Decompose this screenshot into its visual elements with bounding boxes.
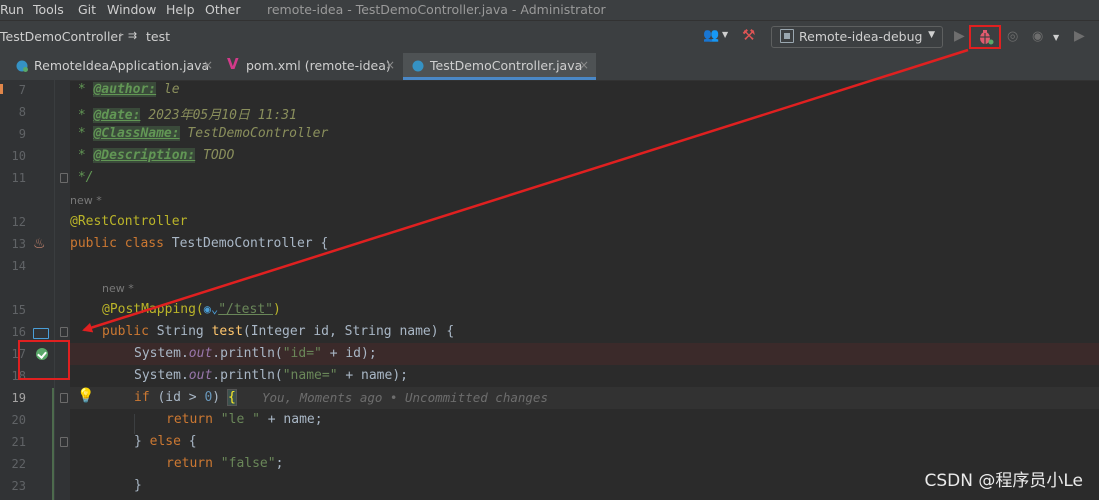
code-line-8[interactable]: * @date: 2023年05月10日 11:31	[70, 104, 297, 123]
profiler-icon[interactable]: ◉	[1032, 29, 1043, 44]
line-number: 16	[11, 325, 26, 339]
code-vision-hint[interactable]: new *	[102, 282, 134, 295]
menu-window[interactable]: Window	[107, 2, 156, 17]
indent-guide	[134, 414, 135, 434]
code-line-15[interactable]: @PostMapping(◉⌄"/test")	[102, 302, 281, 317]
menu-git[interactable]: Git	[78, 2, 96, 17]
change-marker	[0, 84, 3, 94]
breadcrumb-separator-icon: ›	[119, 28, 124, 41]
code-line-22[interactable]: return "false";	[166, 456, 283, 471]
tab-remote-idea-application[interactable]: RemoteIdeaApplication.java ×	[0, 53, 218, 80]
tab-label: TestDemoController.java	[430, 58, 583, 73]
line-number: 14	[11, 259, 26, 273]
breadcrumb-method[interactable]: test	[146, 29, 170, 44]
code-line-16[interactable]: public String test(Integer id, String na…	[102, 324, 454, 339]
git-blame-annotation: You, Moments ago • Uncommitted changes	[262, 390, 548, 405]
close-icon[interactable]: ×	[385, 58, 395, 72]
coverage-icon[interactable]: ◎	[1007, 29, 1018, 44]
fold-marker[interactable]	[60, 173, 68, 183]
tab-label: pom.xml (remote-idea)	[246, 58, 391, 73]
code-line-19[interactable]: if (id > 0) {	[134, 389, 237, 406]
breakpoint-highlight-box	[18, 340, 70, 380]
menu-help[interactable]: Help	[166, 2, 195, 17]
globe-icon[interactable]: ◉⌄	[204, 302, 218, 316]
method-icon: ⇉	[128, 29, 138, 42]
menu-tools[interactable]: Tools	[33, 2, 64, 17]
debug-button-highlight	[969, 25, 1001, 49]
line-number: 11	[11, 171, 26, 185]
navigation-bar: TestDemoController › ⇉ test 👥 ▼ ⚒ Remote…	[0, 20, 1099, 54]
code-line-12[interactable]: @RestController	[70, 214, 187, 229]
code-vision-hint[interactable]: new *	[70, 194, 102, 207]
line-number: 10	[11, 149, 26, 163]
java-class-icon	[412, 60, 424, 72]
close-icon[interactable]: ×	[579, 58, 589, 72]
code-line-10[interactable]: * @Description: TODO	[70, 148, 234, 163]
fold-marker[interactable]	[60, 327, 68, 337]
line-number: 8	[18, 105, 26, 119]
line-number: 22	[11, 457, 26, 471]
breadcrumb-class[interactable]: TestDemoController	[0, 29, 123, 44]
chevron-down-icon: ▼	[928, 30, 935, 40]
menu-bar: Run Tools Git Window Help Other remote-i…	[0, 0, 1099, 20]
line-number: 21	[11, 435, 26, 449]
line-number: 12	[11, 215, 26, 229]
build-hammer-icon[interactable]: ⚒	[742, 26, 755, 44]
menu-other[interactable]: Other	[205, 2, 241, 17]
line-number: 15	[11, 303, 26, 317]
line-number: 13	[11, 237, 26, 251]
java-class-icon	[16, 60, 28, 72]
code-line-13[interactable]: public class TestDemoController {	[70, 236, 328, 251]
code-line-9[interactable]: * @ClassName: TestDemoController	[70, 126, 328, 141]
tab-test-demo-controller[interactable]: TestDemoController.java ×	[403, 53, 596, 80]
maven-icon: V	[227, 55, 239, 73]
run-configuration-select[interactable]: Remote-idea-debug ▼	[771, 26, 943, 48]
close-icon[interactable]: ×	[203, 58, 213, 72]
menu-run[interactable]: Run	[0, 2, 24, 17]
tab-label: RemoteIdeaApplication.java	[34, 58, 210, 73]
lightbulb-icon[interactable]: 💡	[77, 388, 94, 404]
remote-config-icon	[780, 29, 794, 43]
users-icon[interactable]: 👥	[703, 28, 719, 43]
endpoint-icon[interactable]	[33, 328, 49, 339]
code-line-11[interactable]: */	[70, 170, 94, 185]
code-line-7[interactable]: * @author: le	[70, 82, 180, 97]
line-number: 9	[18, 127, 26, 141]
ide-window: Run Tools Git Window Help Other remote-i…	[0, 0, 1099, 500]
code-line-18[interactable]: System.out.println("name=" + name);	[134, 368, 408, 383]
window-title: remote-idea - TestDemoController.java - …	[267, 2, 606, 17]
line-number: 23	[11, 479, 26, 493]
vcs-added-marker	[52, 388, 54, 500]
code-line-23[interactable]: }	[134, 478, 142, 493]
chevron-down-icon: ▼	[722, 30, 729, 39]
tab-pom-xml[interactable]: V pom.xml (remote-idea) ×	[218, 53, 403, 80]
bean-icon[interactable]: ♨	[33, 236, 46, 252]
run-icon[interactable]: ▶	[954, 28, 965, 44]
fold-marker[interactable]	[60, 437, 68, 447]
code-line-17[interactable]: System.out.println("id=" + id);	[134, 346, 377, 361]
fold-marker[interactable]	[60, 393, 68, 403]
gutter-separator	[54, 80, 55, 500]
editor-tabs: RemoteIdeaApplication.java × V pom.xml (…	[0, 53, 1099, 81]
run-more-icon[interactable]: ▶	[1074, 28, 1085, 44]
line-number: 7	[18, 83, 26, 97]
run-configuration-label: Remote-idea-debug	[799, 29, 923, 44]
chevron-down-icon[interactable]: ▼	[1053, 33, 1059, 42]
line-number: 20	[11, 413, 26, 427]
code-line-20[interactable]: return "le " + name;	[166, 412, 323, 427]
code-line-21[interactable]: } else {	[134, 434, 197, 449]
line-number: 19	[11, 391, 26, 405]
watermark: CSDN @程序员小Le	[924, 471, 1083, 491]
